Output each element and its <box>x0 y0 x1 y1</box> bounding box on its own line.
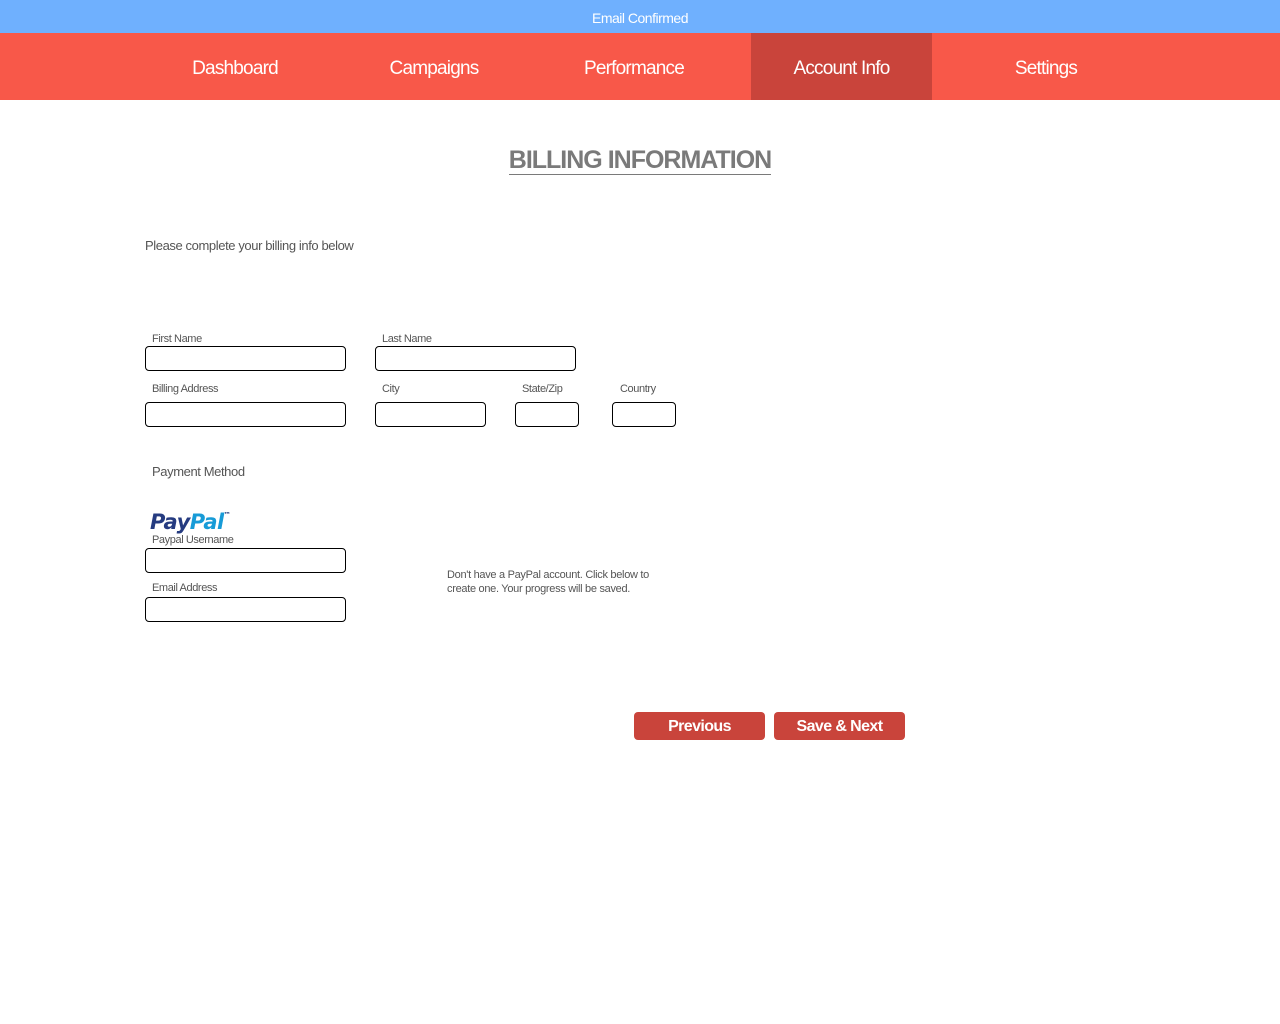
email-address-field[interactable] <box>145 597 346 622</box>
page-title: BILLING INFORMATION <box>508 146 772 175</box>
state-zip-label: State/Zip <box>522 383 563 395</box>
city-field[interactable] <box>375 402 486 427</box>
main-nav: Dashboard Campaigns Performance Account … <box>0 33 1280 100</box>
previous-button[interactable]: Previous <box>634 712 765 740</box>
country-label: Country <box>620 383 656 395</box>
paypal-logo: PayPal™ <box>150 502 231 535</box>
tab-settings[interactable]: Settings <box>946 33 1146 100</box>
tab-account-info[interactable]: Account Info <box>751 33 932 100</box>
billing-address-field[interactable] <box>145 402 346 427</box>
state-zip-field[interactable] <box>515 402 579 427</box>
country-field[interactable] <box>612 402 676 427</box>
paypal-username-field[interactable] <box>145 548 346 573</box>
paypal-signup-note: Don't have a PayPal account. Click below… <box>447 569 649 595</box>
save-next-button[interactable]: Save & Next <box>774 712 905 740</box>
paypal-logo-pay: Pay <box>150 510 190 534</box>
paypal-logo-pal: Pal <box>189 510 224 534</box>
billing-address-label: Billing Address <box>152 383 219 395</box>
city-label: City <box>382 383 400 395</box>
payment-method-label: Payment Method <box>152 464 245 479</box>
first-name-field[interactable] <box>145 346 346 371</box>
tab-performance[interactable]: Performance <box>534 33 734 100</box>
paypal-logo-tm: ™ <box>223 511 231 519</box>
tab-campaigns[interactable]: Campaigns <box>334 33 534 100</box>
last-name-field[interactable] <box>375 346 576 371</box>
paypal-username-label: Paypal Username <box>152 534 234 546</box>
email-confirmed-banner: Email Confirmed <box>0 0 1280 33</box>
tab-dashboard[interactable]: Dashboard <box>135 33 335 100</box>
intro-text: Please complete your billing info below <box>145 238 354 253</box>
last-name-label: Last Name <box>382 333 432 345</box>
email-address-label: Email Address <box>152 582 218 594</box>
page-title-wrap: BILLING INFORMATION <box>0 146 1280 175</box>
first-name-label: First Name <box>152 333 202 345</box>
